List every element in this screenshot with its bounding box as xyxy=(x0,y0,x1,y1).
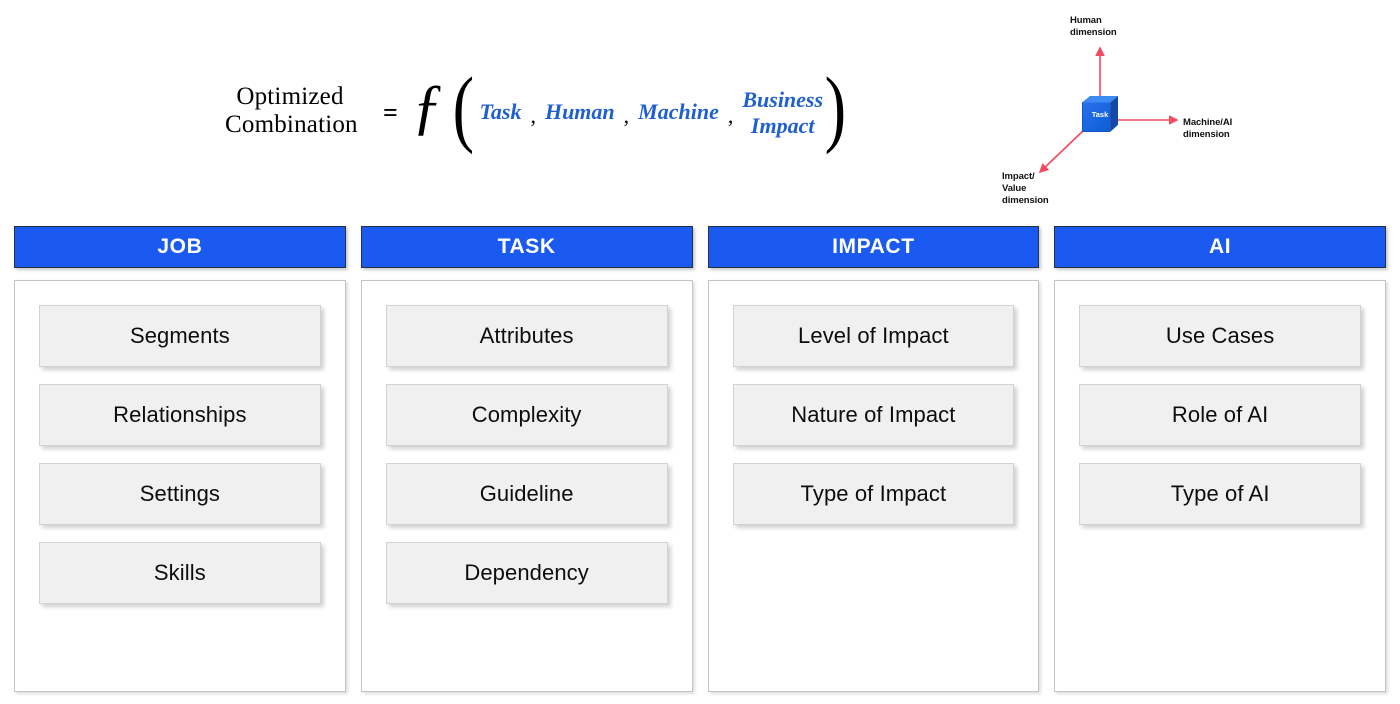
formula-arg-business-impact: Business Impact xyxy=(742,87,823,139)
column-impact: IMPACT Level of Impact Nature of Impact … xyxy=(707,226,1040,692)
task-cube-diagram: Task Human dimension Machine/AI dimensio… xyxy=(985,5,1285,213)
column-header-ai[interactable]: AI xyxy=(1054,226,1386,268)
machine-ai-dimension-label: Machine/AI dimension xyxy=(1183,117,1232,141)
formula-lhs-line1: Optimized xyxy=(236,82,344,110)
column-task: TASK Attributes Complexity Guideline Dep… xyxy=(360,226,693,692)
formula-left-hand-side: Optimized Combination xyxy=(225,82,358,139)
formula-arg-machine: Machine xyxy=(638,99,719,125)
column-body-job: Segments Relationships Settings Skills xyxy=(14,280,346,692)
framework-columns: JOB Segments Relationships Settings Skil… xyxy=(14,226,1386,692)
column-ai: AI Use Cases Role of AI Type of AI xyxy=(1054,226,1386,692)
card-skills[interactable]: Skills xyxy=(39,542,321,604)
card-level-of-impact[interactable]: Level of Impact xyxy=(732,305,1015,367)
machine-dimension-line1: Machine/AI xyxy=(1183,117,1233,128)
card-guideline[interactable]: Guideline xyxy=(385,463,668,525)
human-dimension-label: Human dimension xyxy=(1070,15,1117,39)
formula-expression: Optimized Combination = ƒ ( Task , Human… xyxy=(225,58,915,163)
formula-arg-human: Human xyxy=(544,99,615,125)
card-type-of-ai[interactable]: Type of AI xyxy=(1079,463,1361,525)
impact-dimension-line3: dimension xyxy=(1002,194,1049,206)
card-nature-of-impact[interactable]: Nature of Impact xyxy=(732,384,1015,446)
impact-dimension-line2: Value xyxy=(1002,182,1027,194)
paren-close: ) xyxy=(824,58,847,155)
machine-dimension-line2: dimension xyxy=(1183,128,1230,140)
card-settings[interactable]: Settings xyxy=(39,463,321,525)
formula-lhs-line2: Combination xyxy=(225,110,358,138)
human-dimension-line1: Human xyxy=(1070,15,1102,26)
formula-comma-3: , xyxy=(727,102,734,128)
paren-open: ( xyxy=(452,58,474,155)
card-use-cases[interactable]: Use Cases xyxy=(1079,305,1361,367)
column-body-ai: Use Cases Role of AI Type of AI xyxy=(1054,280,1386,692)
impact-value-dimension-label: Impact/ Value dimension xyxy=(1002,171,1049,207)
card-dependency[interactable]: Dependency xyxy=(385,542,668,604)
formula-comma-2: , xyxy=(623,102,630,128)
function-symbol: ƒ xyxy=(411,73,443,141)
human-dimension-line2: dimension xyxy=(1070,26,1117,38)
column-body-task: Attributes Complexity Guideline Dependen… xyxy=(360,280,693,692)
formula-arg-task: Task xyxy=(479,99,522,125)
formula-arg-business-impact-line2: Impact xyxy=(750,112,815,138)
card-attributes[interactable]: Attributes xyxy=(385,305,668,367)
column-body-impact: Level of Impact Nature of Impact Type of… xyxy=(707,280,1040,692)
column-header-task[interactable]: TASK xyxy=(360,226,693,268)
formula-arguments: Task , Human , Machine , Business Impact xyxy=(479,87,823,139)
card-segments[interactable]: Segments xyxy=(39,305,321,367)
cube-task-label: Task xyxy=(1091,110,1109,119)
column-header-job[interactable]: JOB xyxy=(14,226,346,268)
equals-sign: = xyxy=(383,97,398,127)
impact-dimension-line1: Impact/ xyxy=(1002,171,1035,182)
card-role-of-ai[interactable]: Role of AI xyxy=(1079,384,1361,446)
card-type-of-impact[interactable]: Type of Impact xyxy=(732,463,1015,525)
formula-comma-1: , xyxy=(530,102,536,128)
impact-axis-arrow xyxy=(1038,128,1086,174)
card-relationships[interactable]: Relationships xyxy=(39,384,321,446)
column-job: JOB Segments Relationships Settings Skil… xyxy=(14,226,346,692)
formula-arg-business-impact-line1: Business xyxy=(742,86,824,112)
column-header-impact[interactable]: IMPACT xyxy=(707,226,1040,268)
card-complexity[interactable]: Complexity xyxy=(385,384,668,446)
